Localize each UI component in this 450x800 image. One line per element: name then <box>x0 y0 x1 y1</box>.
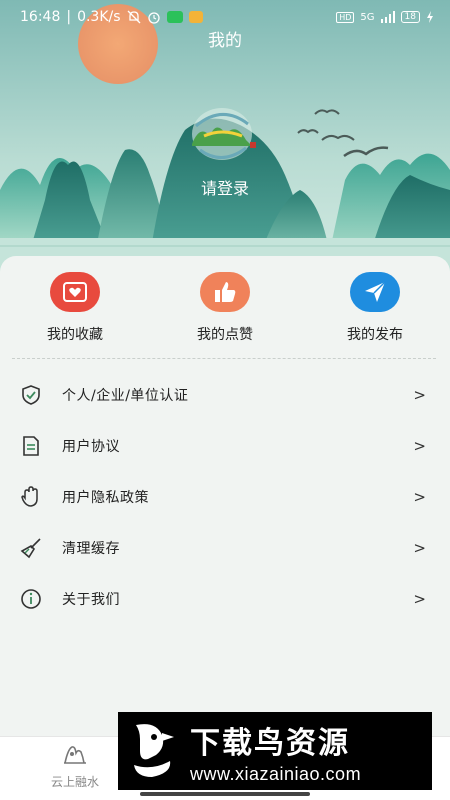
watermark-url: www.xiazainiao.com <box>190 763 362 784</box>
alarm-icon <box>147 10 161 24</box>
menu-item-label: 用户隐私政策 <box>62 489 149 506</box>
info-icon <box>20 588 42 610</box>
likes-button[interactable]: 我的点赞 <box>170 272 280 344</box>
settings-menu: 个人/企业/单位认证 > 用户协议 > 用户隐私政策 > 清理缓存 > 关于我们… <box>0 369 450 624</box>
hd-badge: HD <box>336 11 355 23</box>
page-title: 我的 <box>208 31 242 51</box>
profile-content-card: 我的收藏 我的点赞 我的发布 个人/企业/单位认证 > 用户协议 > 用户隐私政… <box>0 256 450 736</box>
menu-item-about-us[interactable]: 关于我们 > <box>0 573 450 624</box>
broom-icon <box>20 537 42 559</box>
status-time: 16:48 <box>20 9 61 25</box>
menu-item-label: 关于我们 <box>62 591 120 608</box>
watermark-banner: 下载鸟资源 www.xiazainiao.com <box>118 712 432 790</box>
shield-check-icon <box>20 384 42 406</box>
likes-label: 我的点赞 <box>197 327 253 343</box>
signal-type: 5G <box>360 11 375 23</box>
menu-item-clear-cache[interactable]: 清理缓存 > <box>0 522 450 573</box>
avatar[interactable] <box>186 106 264 164</box>
home-indicator[interactable] <box>140 792 310 796</box>
heart-icon <box>50 272 100 312</box>
login-button[interactable]: 请登录 <box>0 175 450 199</box>
favorites-label: 我的收藏 <box>47 327 103 343</box>
mute-bell-icon <box>127 10 141 24</box>
chevron-right-icon: > <box>413 436 426 455</box>
posts-label: 我的发布 <box>347 327 403 343</box>
favorites-button[interactable]: 我的收藏 <box>20 272 130 344</box>
posts-button[interactable]: 我的发布 <box>320 272 430 344</box>
menu-item-label: 清理缓存 <box>62 540 120 557</box>
menu-item-label: 用户协议 <box>62 438 120 455</box>
menu-item-verification[interactable]: 个人/企业/单位认证 > <box>0 369 450 420</box>
status-separator: | <box>66 9 72 25</box>
chevron-right-icon: > <box>413 589 426 608</box>
send-icon <box>350 272 400 312</box>
notification-app-icon <box>188 11 203 23</box>
app-logo-icon <box>192 108 256 160</box>
network-speed: 0.3K/s <box>77 9 121 25</box>
thumbs-up-icon <box>200 272 250 312</box>
chevron-right-icon: > <box>413 385 426 404</box>
mountain-icon <box>64 746 86 764</box>
menu-item-user-agreement[interactable]: 用户协议 > <box>0 420 450 471</box>
nav-item-label: 云上融水 <box>50 775 99 789</box>
nav-item-home[interactable]: 云上融水 <box>40 743 110 790</box>
quick-actions: 我的收藏 我的点赞 我的发布 <box>0 272 450 352</box>
hand-icon <box>20 485 42 508</box>
watermark-title: 下载鸟资源 <box>190 725 350 761</box>
chevron-right-icon: > <box>413 487 426 506</box>
charging-icon <box>426 11 434 23</box>
menu-item-label: 个人/企业/单位认证 <box>62 387 189 404</box>
signal-bars-icon <box>380 11 395 23</box>
document-icon <box>20 435 42 457</box>
bird-logo-icon <box>134 724 174 777</box>
battery-level: 18 <box>400 11 420 23</box>
chevron-right-icon: > <box>413 538 426 557</box>
divider <box>12 358 436 359</box>
menu-item-privacy-policy[interactable]: 用户隐私政策 > <box>0 471 450 522</box>
wechat-icon <box>166 11 183 23</box>
